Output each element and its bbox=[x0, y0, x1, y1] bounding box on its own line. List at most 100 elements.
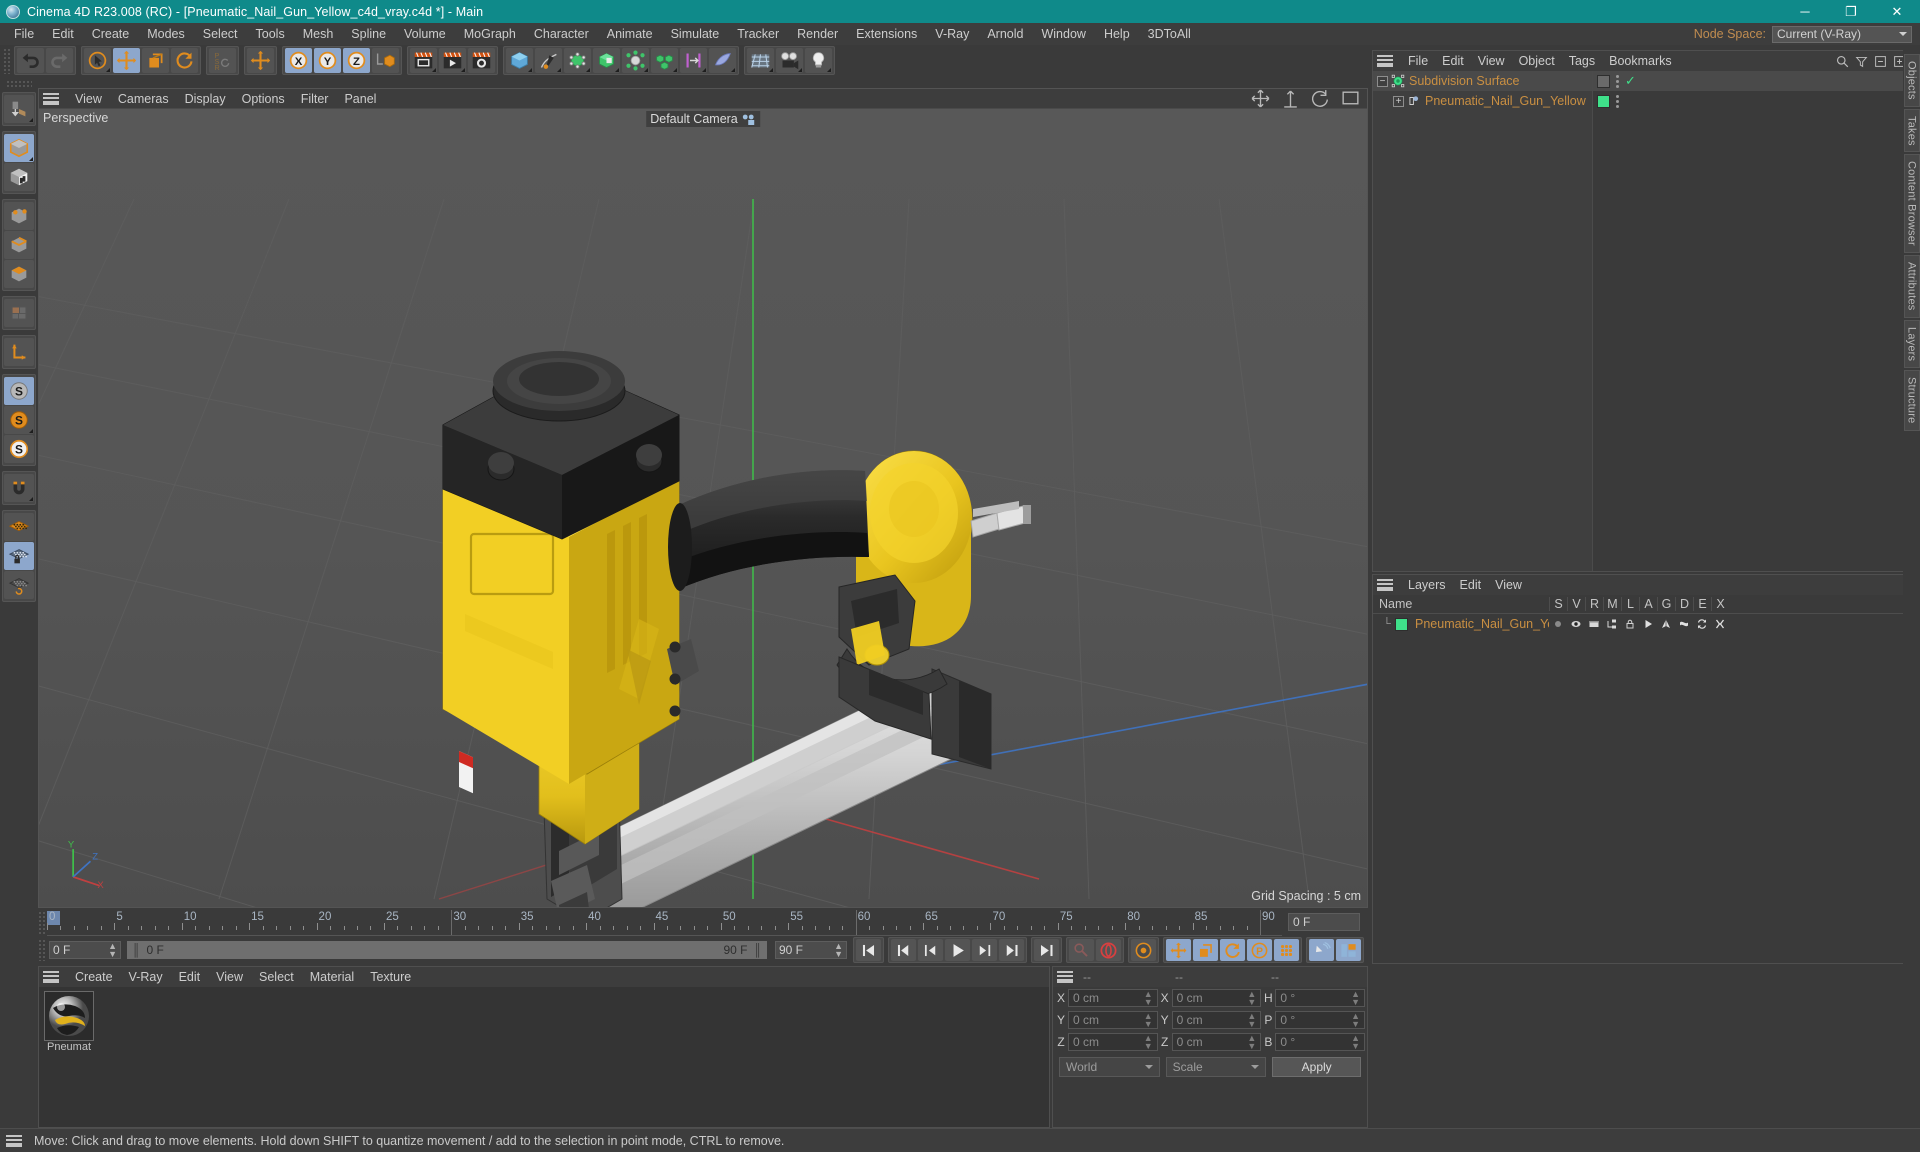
visibility-check-icon[interactable]: ✓ bbox=[1625, 73, 1636, 89]
menu-item-simulate[interactable]: Simulate bbox=[662, 23, 729, 45]
object-tag-row[interactable] bbox=[1593, 91, 1912, 111]
object-tree-row[interactable]: − Subdivision Surface bbox=[1373, 71, 1592, 91]
field-button[interactable] bbox=[680, 48, 707, 73]
layer-flag-manager-tree[interactable] bbox=[1603, 618, 1621, 630]
object-tree[interactable]: − Subdivision Surface + Pneumatic_Nail_Gun_… bbox=[1373, 71, 1593, 571]
material-menu-material[interactable]: Material bbox=[302, 967, 362, 987]
size-input[interactable]: 0 cm ▲ ▼ bbox=[1171, 1033, 1262, 1051]
point-level-animation-button[interactable] bbox=[1274, 939, 1299, 961]
material-item[interactable]: Pneumat bbox=[43, 991, 95, 1053]
move-view-icon[interactable] bbox=[1250, 88, 1271, 109]
go-to-start-button[interactable] bbox=[856, 939, 881, 961]
animbar-drag-handle[interactable] bbox=[38, 939, 47, 961]
layer-flag-generator-cone[interactable] bbox=[1657, 618, 1675, 630]
maximize-view-icon[interactable] bbox=[1340, 88, 1361, 109]
spinner-icon[interactable]: ▲ ▼ bbox=[1351, 1012, 1360, 1029]
spinner-icon[interactable]: ▲ ▼ bbox=[1351, 1034, 1360, 1051]
layer-row[interactable]: └ Pneumatic_Nail_Gun_Yellow bbox=[1373, 614, 1912, 634]
hamburger-icon[interactable] bbox=[6, 1134, 22, 1147]
hamburger-icon[interactable] bbox=[1377, 55, 1393, 67]
menu-item-modes[interactable]: Modes bbox=[138, 23, 194, 45]
layer-flag-expression-recycle[interactable] bbox=[1693, 618, 1711, 630]
menu-item-file[interactable]: File bbox=[5, 23, 43, 45]
mograph-button[interactable] bbox=[651, 48, 678, 73]
spinner-icon[interactable]: ▲ ▼ bbox=[1351, 990, 1360, 1007]
menu-item-volume[interactable]: Volume bbox=[395, 23, 455, 45]
collapse-icon[interactable] bbox=[1874, 55, 1887, 68]
dock-tab-layers[interactable]: Layers bbox=[1903, 319, 1920, 369]
layer-column-m[interactable]: M bbox=[1603, 597, 1621, 611]
maximize-button[interactable]: ❐ bbox=[1828, 0, 1874, 23]
object-dots-icon[interactable] bbox=[1616, 94, 1619, 108]
material-menu-v-ray[interactable]: V-Ray bbox=[121, 967, 171, 987]
size-input[interactable]: 0 cm ▲ ▼ bbox=[1171, 989, 1262, 1007]
layer-flag-render-film[interactable] bbox=[1585, 618, 1603, 630]
spinner-icon[interactable]: ▲ ▼ bbox=[1144, 990, 1153, 1007]
viewport-menu-view[interactable]: View bbox=[67, 89, 110, 109]
material-thumbnail[interactable] bbox=[44, 991, 94, 1041]
dock-tab-content-browser[interactable]: Content Browser bbox=[1903, 154, 1920, 254]
snap-toggle-button[interactable] bbox=[4, 474, 34, 502]
scene-object-button[interactable] bbox=[709, 48, 736, 73]
spinner-icon[interactable]: ▲ ▼ bbox=[1144, 1012, 1153, 1029]
dock-tab-objects[interactable]: Objects bbox=[1903, 54, 1920, 107]
layer-menu-view[interactable]: View bbox=[1488, 575, 1529, 595]
menu-item-animate[interactable]: Animate bbox=[598, 23, 662, 45]
spinner-icon[interactable]: ▲ ▼ bbox=[1144, 1034, 1153, 1051]
autokeying-button[interactable] bbox=[1096, 939, 1121, 961]
layer-column-a[interactable]: A bbox=[1639, 597, 1657, 611]
menu-item-tools[interactable]: Tools bbox=[247, 23, 294, 45]
z-axis-lock[interactable]: Z bbox=[343, 48, 370, 73]
add-spline-button[interactable] bbox=[535, 48, 562, 73]
spinner-icon[interactable]: ▲ ▼ bbox=[1247, 1012, 1256, 1029]
param-key-button[interactable]: P bbox=[1247, 939, 1272, 961]
minimize-button[interactable]: ─ bbox=[1782, 0, 1828, 23]
object-menu-view[interactable]: View bbox=[1471, 51, 1512, 71]
layer-column-r[interactable]: R bbox=[1585, 597, 1603, 611]
viewport-menu-panel[interactable]: Panel bbox=[336, 89, 384, 109]
timeline-drag-handle[interactable] bbox=[38, 911, 47, 935]
range-handle-icon-right[interactable]: ║ bbox=[753, 943, 762, 957]
coordinate-mode-dropdown[interactable]: Scale bbox=[1165, 1057, 1267, 1077]
range-handle-icon[interactable]: ║ bbox=[132, 943, 141, 957]
floor-object-button[interactable] bbox=[747, 48, 774, 73]
position-input[interactable]: 0 cm ▲ ▼ bbox=[1068, 1011, 1158, 1029]
x-axis-lock[interactable]: X bbox=[285, 48, 312, 73]
layer-column-d[interactable]: D bbox=[1675, 597, 1693, 611]
object-menu-bookmarks[interactable]: Bookmarks bbox=[1602, 51, 1679, 71]
render-view-button[interactable] bbox=[410, 48, 437, 73]
menu-item-extensions[interactable]: Extensions bbox=[847, 23, 926, 45]
scale-tool[interactable] bbox=[142, 48, 169, 73]
layer-color-swatch[interactable] bbox=[1395, 617, 1408, 631]
material-menu-select[interactable]: Select bbox=[251, 967, 302, 987]
menu-item-mograph[interactable]: MoGraph bbox=[455, 23, 525, 45]
generators-button[interactable] bbox=[564, 48, 591, 73]
hamburger-icon[interactable] bbox=[1377, 579, 1393, 591]
menu-item-tracker[interactable]: Tracker bbox=[728, 23, 788, 45]
undo-button[interactable] bbox=[17, 48, 44, 73]
menu-item-create[interactable]: Create bbox=[83, 23, 139, 45]
y-axis-lock[interactable]: Y bbox=[314, 48, 341, 73]
rotation-input[interactable]: 0 ° ▲ ▼ bbox=[1275, 1033, 1366, 1051]
menu-item-select[interactable]: Select bbox=[194, 23, 247, 45]
layer-menu-layers[interactable]: Layers bbox=[1401, 575, 1453, 595]
object-tree-row[interactable]: + Pneumatic_Nail_Gun_Yellow bbox=[1373, 91, 1592, 111]
world-object-axis-button[interactable] bbox=[247, 48, 274, 73]
go-to-next-key-button[interactable] bbox=[999, 939, 1024, 961]
dock-tab-structure[interactable]: Structure bbox=[1903, 370, 1920, 431]
go-to-end-button[interactable] bbox=[1034, 939, 1059, 961]
timeline-layout-button[interactable] bbox=[1336, 939, 1361, 961]
motion-cam-button[interactable] bbox=[1309, 939, 1334, 961]
current-frame-field[interactable]: 0 F ▲ ▼ bbox=[49, 941, 121, 959]
scale-key-button[interactable] bbox=[1193, 939, 1218, 961]
object-tag-swatch[interactable] bbox=[1597, 94, 1610, 108]
live-selection-tool[interactable] bbox=[84, 48, 111, 73]
menu-item-arnold[interactable]: Arnold bbox=[978, 23, 1032, 45]
go-to-next-frame-button[interactable] bbox=[972, 939, 997, 961]
layer-rows[interactable]: └ Pneumatic_Nail_Gun_Yellow bbox=[1373, 614, 1912, 634]
viewport-3d[interactable]: Perspective Default Camera Grid Spacing … bbox=[39, 109, 1367, 907]
timeline-current-frame-display[interactable]: 0 F bbox=[1288, 913, 1360, 931]
layer-column-name[interactable]: Name bbox=[1373, 597, 1549, 611]
spinner-icon[interactable]: ▲ ▼ bbox=[834, 942, 843, 959]
psr-toggle[interactable]: PSR bbox=[209, 48, 236, 73]
